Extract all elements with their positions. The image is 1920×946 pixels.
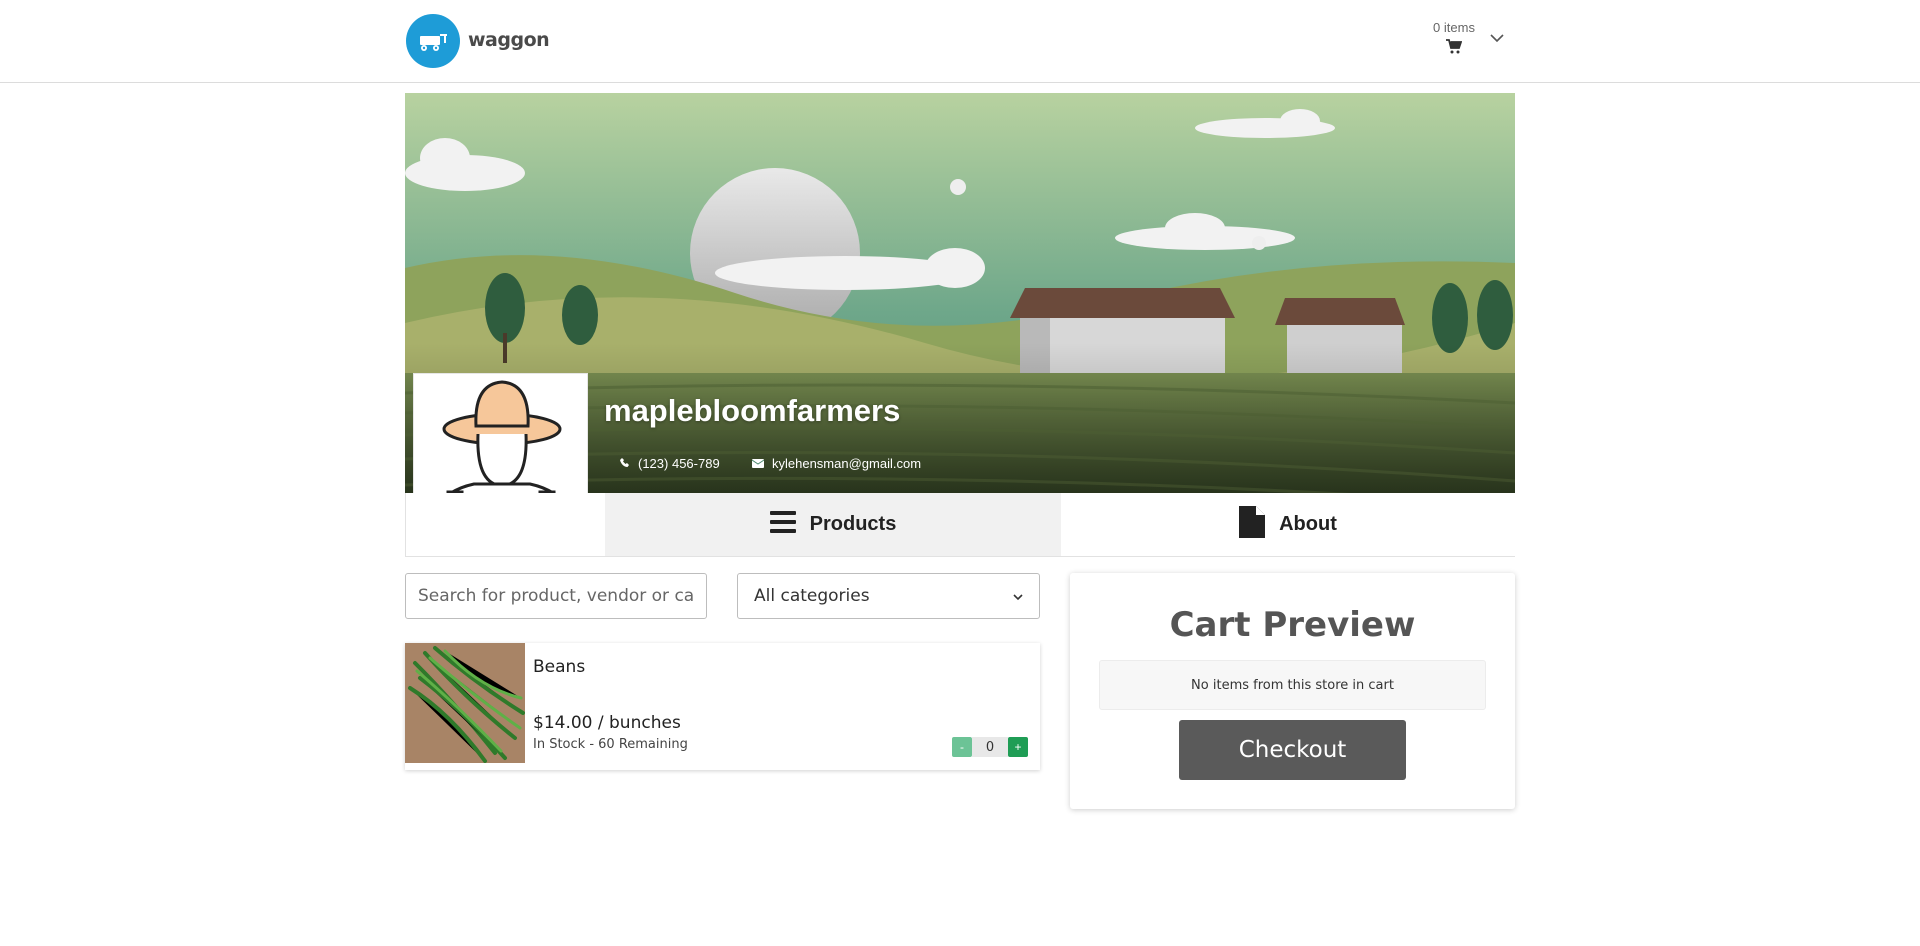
green-beans-image	[405, 643, 525, 763]
tab-about-label: About	[1279, 513, 1337, 535]
product-price: $14.00 / bunches	[533, 713, 681, 733]
store-phone[interactable]: (123) 456-789	[620, 456, 720, 471]
quantity-stepper: - 0 +	[952, 737, 1028, 757]
email-address: kylehensman@gmail.com	[772, 456, 922, 471]
tab-products[interactable]: Products	[605, 493, 1061, 556]
phone-number: (123) 456-789	[638, 456, 720, 471]
menu-icon	[769, 510, 796, 539]
tab-products-label: Products	[809, 513, 897, 535]
tab-about[interactable]: About	[1061, 493, 1515, 556]
store-email[interactable]: kylehensman@gmail.com	[751, 456, 922, 471]
cart-preview-title: Cart Preview	[1169, 605, 1416, 645]
envelope-icon	[751, 456, 765, 471]
product-card[interactable]: Beans $14.00 / bunches In Stock - 60 Rem…	[405, 643, 1040, 770]
cart-preview-panel: Cart Preview No items from this store in…	[1070, 573, 1515, 809]
quantity-value: 0	[972, 737, 1008, 757]
product-stock: In Stock - 60 Remaining	[533, 737, 688, 752]
store-name: maplebloomfarmers	[604, 393, 901, 428]
cart-item-count: 0 items	[1433, 20, 1475, 35]
category-select[interactable]: All categories	[737, 573, 1040, 619]
product-name[interactable]: Beans	[533, 657, 585, 677]
logo-text: waggon	[468, 29, 550, 51]
product-search-input[interactable]	[405, 573, 707, 619]
phone-icon	[620, 456, 630, 471]
top-navbar: waggon 0 items	[0, 0, 1920, 83]
chevron-down-icon	[1013, 586, 1023, 606]
decrease-quantity-button[interactable]: -	[952, 737, 972, 757]
increase-quantity-button[interactable]: +	[1008, 737, 1028, 757]
document-icon	[1239, 505, 1266, 544]
waggon-logo[interactable]: waggon	[406, 14, 550, 68]
cart-empty-message: No items from this store in cart	[1099, 660, 1486, 710]
product-image-beans[interactable]	[405, 643, 525, 763]
chevron-down-icon[interactable]	[1490, 30, 1504, 48]
shopping-cart-icon	[1446, 39, 1463, 59]
category-selected-value: All categories	[754, 586, 870, 606]
header-cart[interactable]: 0 items	[1424, 20, 1484, 59]
wagon-icon	[406, 14, 460, 68]
store-tabs: Products About	[405, 493, 1515, 557]
checkout-button[interactable]: Checkout	[1179, 720, 1406, 780]
